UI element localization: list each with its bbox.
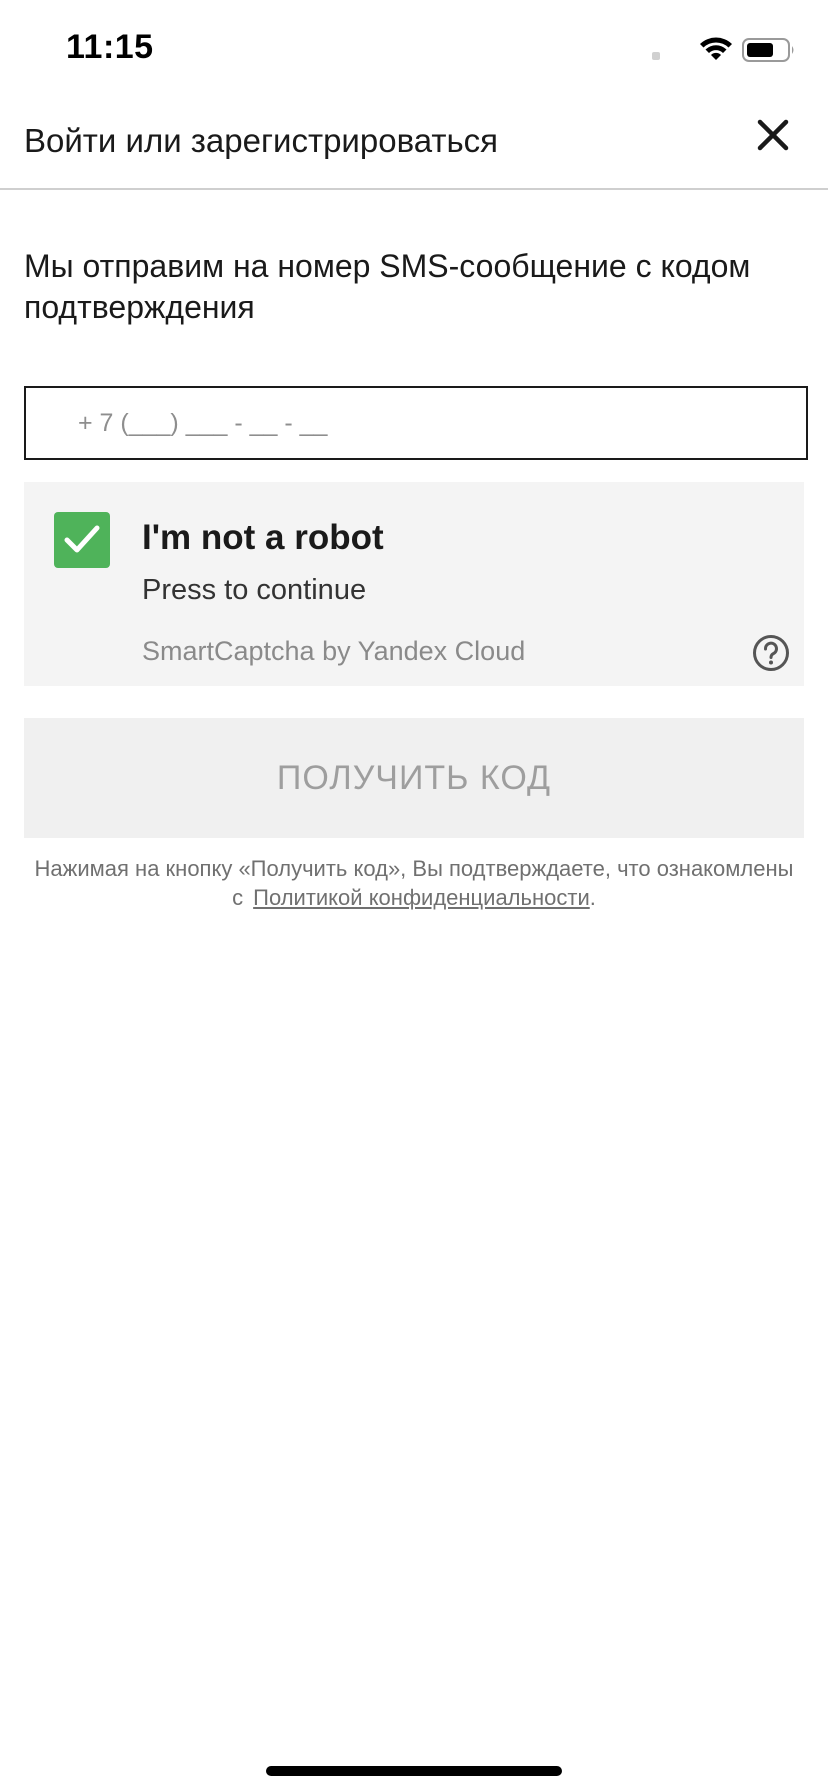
sms-info-text: Мы отправим на номер SMS-сообщение с код… [24, 248, 751, 325]
battery-icon [742, 38, 794, 62]
captcha-title: I'm not a robot [142, 518, 384, 557]
page-title: Войти или зарегистрироваться [24, 122, 499, 159]
privacy-policy-link[interactable]: Политикой конфиденциальности [253, 885, 590, 910]
phone-input[interactable] [26, 388, 806, 458]
captcha-subtitle: Press to continue [142, 574, 367, 606]
question-circle-icon[interactable] [752, 634, 790, 672]
phone-field[interactable] [24, 386, 808, 460]
consent-end: . [589, 885, 596, 910]
captcha-brand: SmartCaptcha by Yandex Cloud [142, 636, 526, 666]
status-indicator-dot [652, 52, 660, 60]
home-indicator [266, 1766, 562, 1776]
close-icon [757, 119, 789, 151]
status-time: 11:15 [66, 28, 154, 66]
get-code-button[interactable]: ПОЛУЧИТЬ КОД [24, 718, 804, 838]
header: Войти или зарегистрироваться [0, 100, 828, 190]
checkmark-icon [64, 525, 100, 553]
wifi-icon [700, 37, 732, 60]
smart-captcha[interactable]: I'm not a robot Press to continue SmartC… [24, 482, 804, 686]
close-button[interactable] [752, 114, 794, 156]
captcha-checkbox[interactable] [54, 512, 110, 568]
privacy-consent: Нажимая на кнопку «Получить код», Вы под… [24, 854, 804, 912]
status-bar: 11:15 [0, 0, 828, 100]
